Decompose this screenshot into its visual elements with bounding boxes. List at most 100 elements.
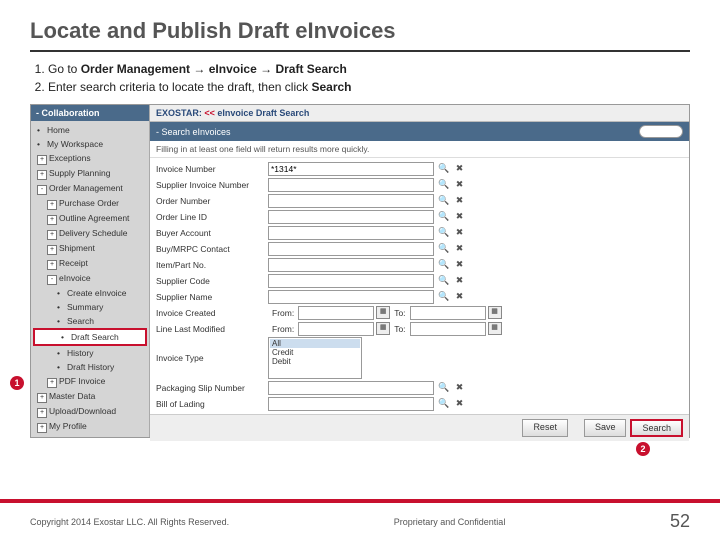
nav-item[interactable]: +Outline Agreement <box>31 211 149 226</box>
section-chip[interactable]: eInvoice <box>639 125 683 138</box>
form-row: Line Last ModifiedFrom:▦To:▦ <box>156 321 683 336</box>
crumb-text: eInvoice Draft Search <box>217 108 309 118</box>
nav-item[interactable]: +My Profile <box>31 419 149 434</box>
input-icons[interactable]: 🔍 ✖ <box>438 179 465 190</box>
tree-expand-icon[interactable]: - <box>37 185 47 195</box>
nav-item[interactable]: +Receipt <box>31 256 149 271</box>
back-icon[interactable]: << <box>204 108 215 118</box>
input-icons[interactable]: 🔍 ✖ <box>438 195 465 206</box>
select-option[interactable]: All <box>270 339 360 348</box>
text-input[interactable] <box>268 274 434 288</box>
tree-bullet-icon: • <box>57 361 65 373</box>
slide-title: Locate and Publish Draft eInvoices <box>30 18 690 44</box>
calendar-icon[interactable]: ▦ <box>488 306 502 319</box>
to-label: To: <box>394 324 405 334</box>
text-input[interactable] <box>268 210 434 224</box>
tree-expand-icon[interactable]: + <box>47 200 57 210</box>
nav-item[interactable]: +Shipment <box>31 241 149 256</box>
reset-button[interactable]: Reset <box>522 419 568 437</box>
nav-item-label: Supply Planning <box>49 168 110 178</box>
text-input[interactable] <box>268 194 434 208</box>
input-icons[interactable]: 🔍 ✖ <box>438 259 465 270</box>
form-row: Supplier Name🔍 ✖ <box>156 289 683 304</box>
input-icons[interactable]: 🔍 ✖ <box>438 163 465 174</box>
step1-path1: Order Management <box>81 62 190 76</box>
tree-bullet-icon: • <box>57 347 65 359</box>
save-button[interactable]: Save <box>584 419 627 437</box>
input-icons[interactable]: 🔍 ✖ <box>438 227 465 238</box>
input-icons[interactable]: 🔍 ✖ <box>438 291 465 302</box>
nav-item-label: eInvoice <box>59 273 91 283</box>
calendar-icon[interactable]: ▦ <box>376 322 390 335</box>
step1-path2: eInvoice <box>209 62 257 76</box>
nav-item[interactable]: +Master Data <box>31 389 149 404</box>
calendar-icon[interactable]: ▦ <box>488 322 502 335</box>
tree-expand-icon[interactable]: + <box>47 245 57 255</box>
brand-label: EXOSTAR: <box>156 108 202 118</box>
nav-item[interactable]: •Draft History <box>31 360 149 374</box>
select-list[interactable]: AllCreditDebit <box>268 337 362 379</box>
tree-expand-icon[interactable]: + <box>47 260 57 270</box>
tree-expand-icon[interactable]: + <box>47 215 57 225</box>
tree-expand-icon[interactable]: + <box>47 230 57 240</box>
input-icons[interactable]: 🔍 ✖ <box>438 398 465 409</box>
nav-item[interactable]: +Exceptions <box>31 151 149 166</box>
select-option[interactable]: Debit <box>270 357 360 366</box>
tree-expand-icon[interactable]: + <box>37 423 47 433</box>
nav-item[interactable]: •Home <box>31 123 149 137</box>
tree-bullet-icon: • <box>57 315 65 327</box>
title-divider <box>30 50 690 52</box>
section-header: - Search eInvoices eInvoice <box>150 122 689 141</box>
tree-expand-icon[interactable]: - <box>47 275 57 285</box>
nav-item[interactable]: +Supply Planning <box>31 166 149 181</box>
nav-item-label: Receipt <box>59 258 88 268</box>
nav-item-label: My Workspace <box>47 139 103 149</box>
nav-item-label: Draft Search <box>71 332 119 342</box>
field-label: Packaging Slip Number <box>156 383 268 393</box>
form-row: Invoice Number 🔍 ✖ <box>156 161 683 176</box>
text-input[interactable] <box>268 290 434 304</box>
input-icons[interactable]: 🔍 ✖ <box>438 211 465 222</box>
form-row: Invoice TypeAllCreditDebit <box>156 337 683 379</box>
nav-item[interactable]: •Draft Search <box>33 328 147 346</box>
field-label: Item/Part No. <box>156 260 268 270</box>
nav-item[interactable]: +PDF Invoice <box>31 374 149 389</box>
input-icons[interactable]: 🔍 ✖ <box>438 382 465 393</box>
text-input[interactable] <box>268 178 434 192</box>
text-input[interactable] <box>268 226 434 240</box>
date-from-input[interactable] <box>298 322 374 336</box>
field-label: Invoice Number <box>156 164 268 174</box>
input-icons[interactable]: 🔍 ✖ <box>438 243 465 254</box>
nav-item[interactable]: •My Workspace <box>31 137 149 151</box>
date-from-input[interactable] <box>298 306 374 320</box>
calendar-icon[interactable]: ▦ <box>376 306 390 319</box>
text-input[interactable] <box>268 381 434 395</box>
text-input[interactable] <box>268 258 434 272</box>
input-icons[interactable]: 🔍 ✖ <box>438 275 465 286</box>
search-button[interactable]: Search <box>630 419 683 437</box>
nav-item[interactable]: -Order Management <box>31 181 149 196</box>
tree-expand-icon[interactable]: + <box>37 393 47 403</box>
nav-item[interactable]: +Purchase Order <box>31 196 149 211</box>
text-input[interactable] <box>268 397 434 411</box>
tree-expand-icon[interactable]: + <box>47 378 57 388</box>
tree-expand-icon[interactable]: + <box>37 170 47 180</box>
date-to-input[interactable] <box>410 322 486 336</box>
nav-item[interactable]: -eInvoice <box>31 271 149 286</box>
form-row: Supplier Invoice Number🔍 ✖ <box>156 177 683 192</box>
nav-item[interactable]: +Delivery Schedule <box>31 226 149 241</box>
date-to-input[interactable] <box>410 306 486 320</box>
text-input[interactable] <box>268 162 434 176</box>
nav-item[interactable]: •Create eInvoice <box>31 286 149 300</box>
nav-item[interactable]: +Administration <box>31 434 149 437</box>
text-input[interactable] <box>268 242 434 256</box>
form-row: Order Line ID🔍 ✖ <box>156 209 683 224</box>
select-option[interactable]: Credit <box>270 348 360 357</box>
tree-expand-icon[interactable]: + <box>37 408 47 418</box>
nav-item[interactable]: +Upload/Download <box>31 404 149 419</box>
tree-expand-icon[interactable]: + <box>37 155 47 165</box>
nav-item[interactable]: •Search <box>31 314 149 328</box>
nav-item[interactable]: •Summary <box>31 300 149 314</box>
nav-item[interactable]: •History <box>31 346 149 360</box>
nav-item-label: My Profile <box>49 421 87 431</box>
